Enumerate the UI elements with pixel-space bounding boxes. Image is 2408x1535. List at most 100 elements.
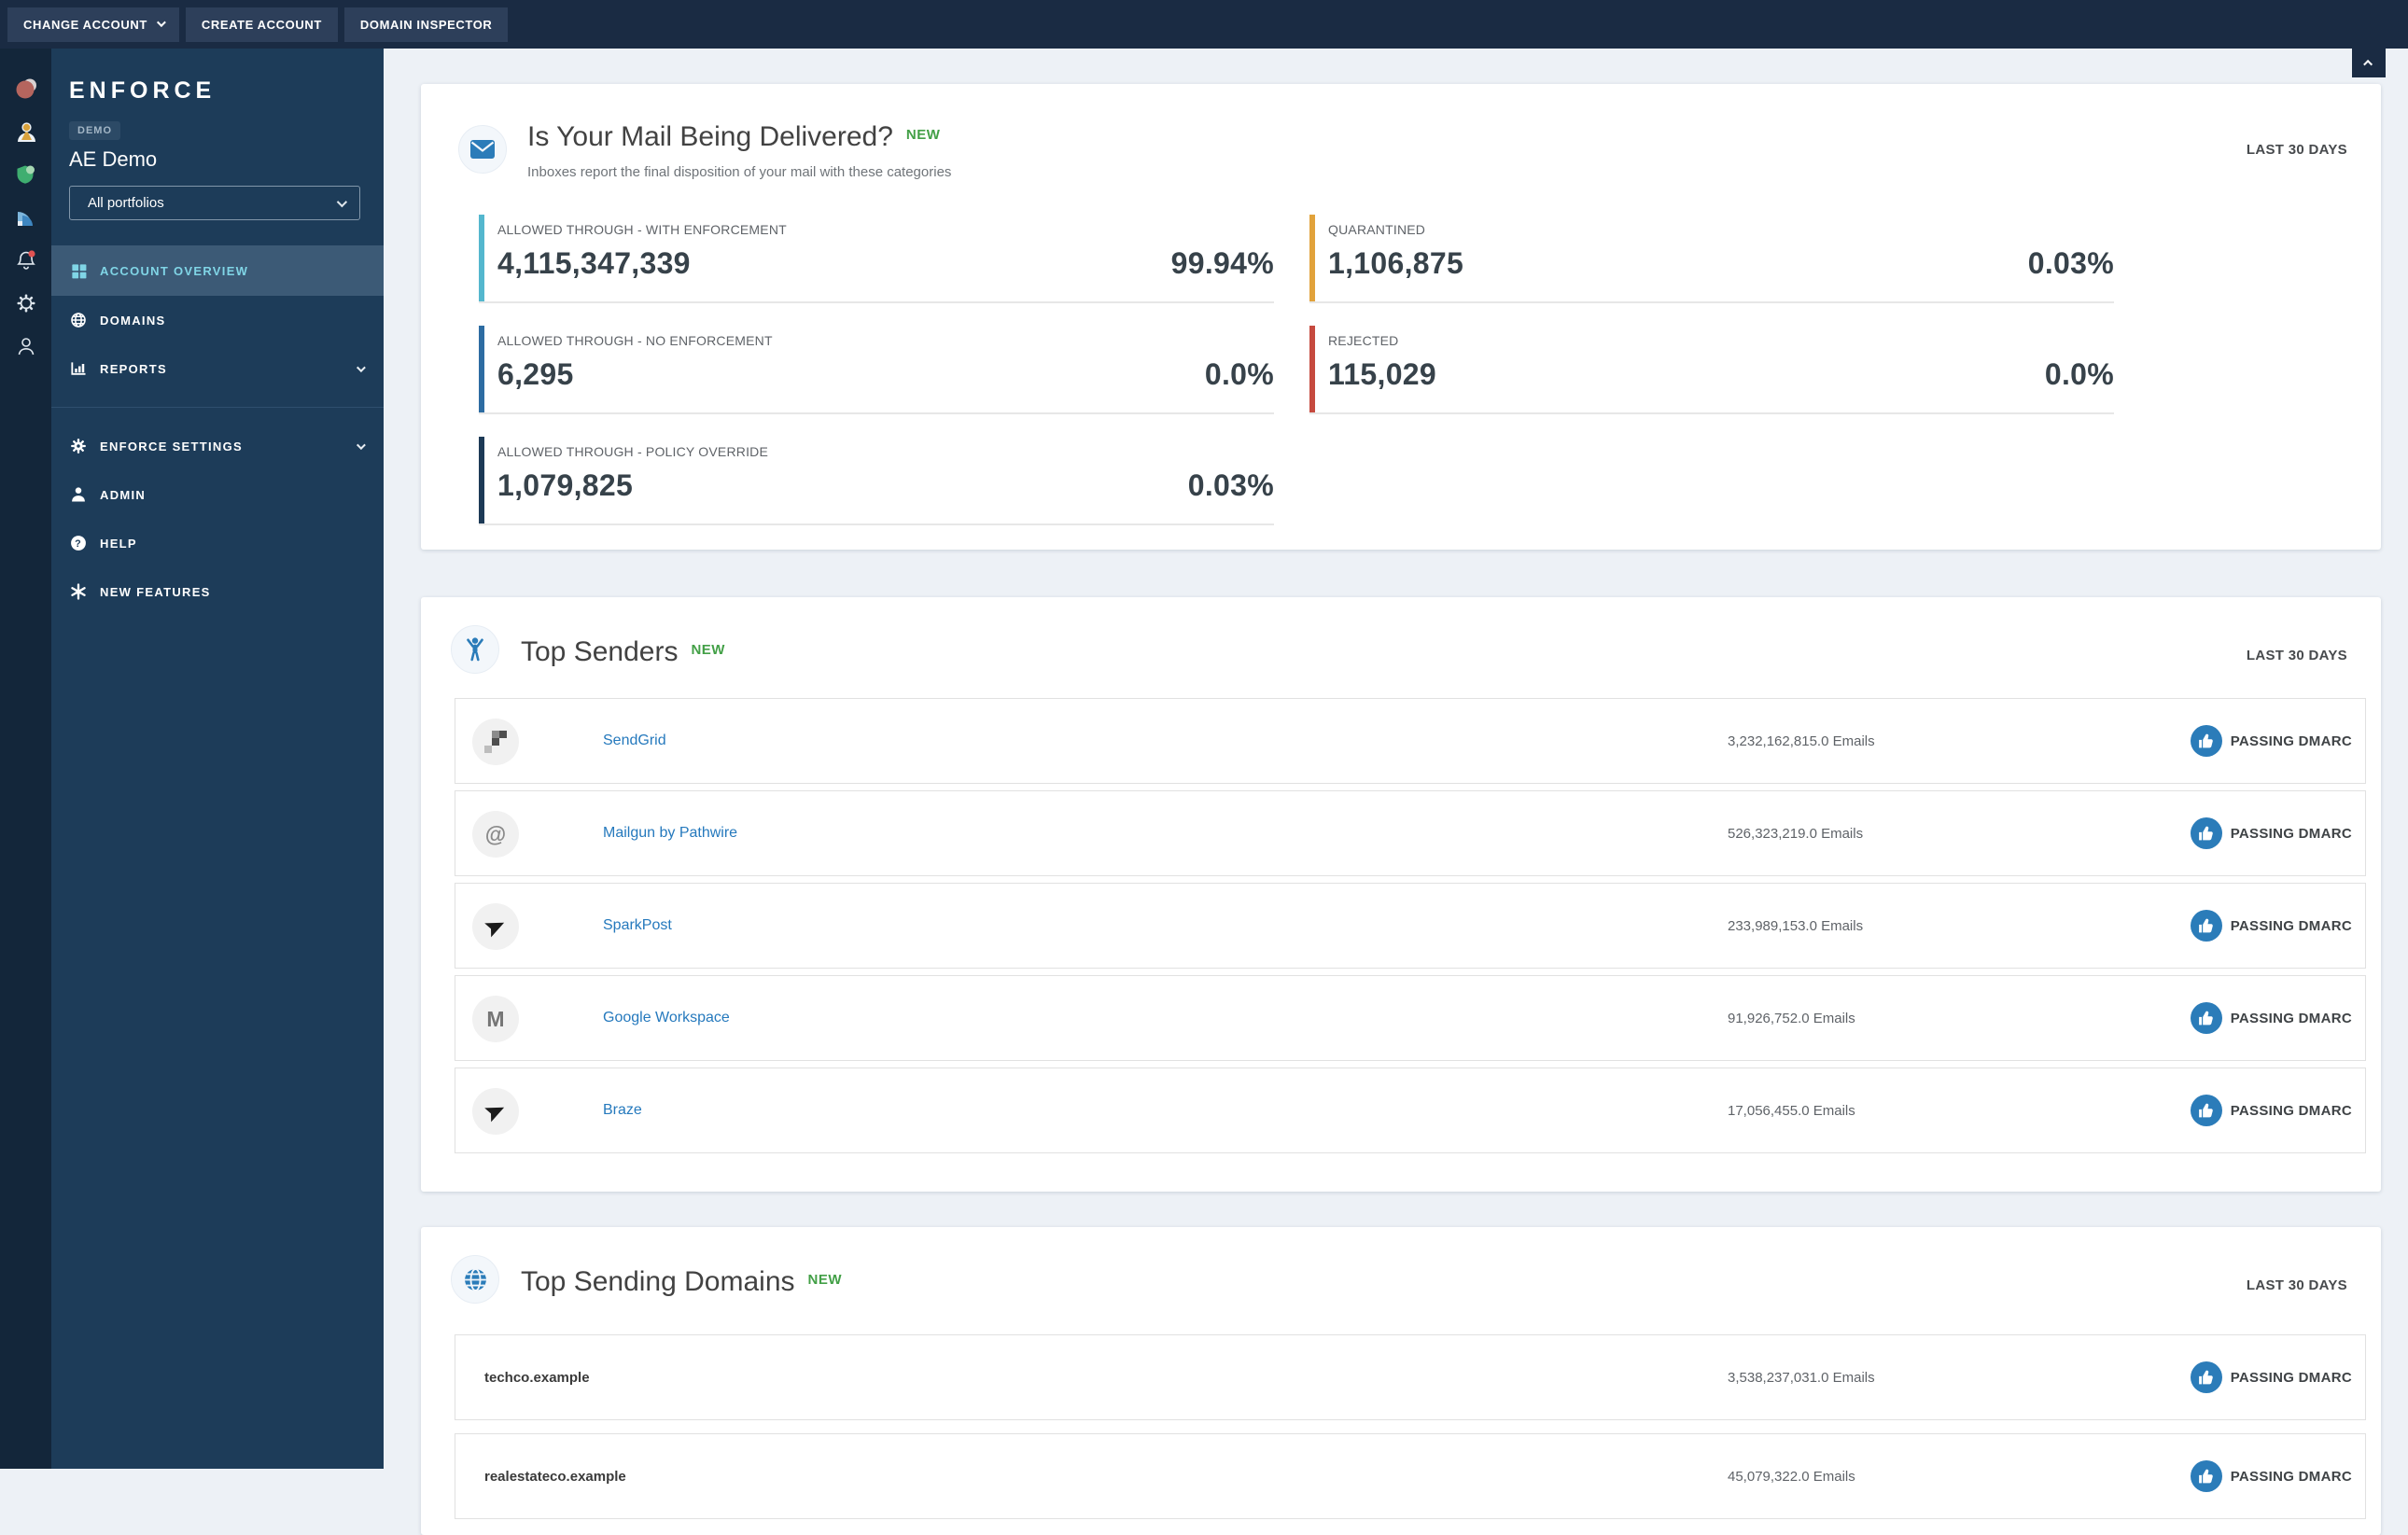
dmarc-status-badge: PASSING DMARC [2190,884,2352,968]
sender-row[interactable]: @ Mailgun by Pathwire 526,323,219.0 Emai… [455,790,2366,876]
demo-badge: DEMO [69,121,120,140]
mailgun-logo: @ [472,811,519,858]
sender-name-link[interactable]: SparkPost [603,884,672,968]
sidebar-item-new-features[interactable]: NEW FEATURES [51,567,384,616]
stat-percent: 0.0% [1204,357,1274,391]
domain-inspector-button[interactable]: DOMAIN INSPECTOR [343,7,509,42]
sender-name-link[interactable]: Mailgun by Pathwire [603,791,737,875]
thumbs-up-icon [2190,817,2222,849]
stat-value: 6,295 [497,357,574,391]
delivery-stats: ALLOWED THROUGH - WITH ENFORCEMENT 4,115… [479,215,2407,548]
sender-name-link[interactable]: SendGrid [603,699,666,783]
stat-label: ALLOWED THROUGH - NO ENFORCEMENT [497,333,773,348]
sender-name-link[interactable]: Google Workspace [603,976,730,1060]
dmarc-status-text: PASSING DMARC [2230,1102,2352,1119]
dmarc-status-badge: PASSING DMARC [2190,1068,2352,1152]
sidebar-item-reports[interactable]: REPORTS [51,344,384,393]
stats-left-column: ALLOWED THROUGH - WITH ENFORCEMENT 4,115… [479,215,1274,548]
dmarc-status-text: PASSING DMARC [2230,825,2352,842]
stat-allowed-with-enforcement: ALLOWED THROUGH - WITH ENFORCEMENT 4,115… [479,215,1274,303]
reports-app-icon[interactable] [14,205,38,230]
stat-quarantined: QUARANTINED 1,106,875 0.03% [1309,215,2114,303]
sidebar-item-admin[interactable]: ADMIN [51,470,384,519]
chevron-up-icon [2362,59,2373,69]
domain-name: techco.example [484,1369,590,1386]
thumbs-up-icon [2190,725,2222,757]
sender-email-count: 3,232,162,815.0 Emails [1728,733,1875,749]
stat-value: 1,106,875 [1328,246,1464,280]
top-sending-domains-title: Top Sending Domains [521,1266,795,1297]
stat-label: ALLOWED THROUGH - POLICY OVERRIDE [497,444,769,459]
sidebar-item-account-overview[interactable]: ACCOUNT OVERVIEW [51,245,384,296]
grid-icon [68,260,89,281]
stat-label: ALLOWED THROUGH - WITH ENFORCEMENT [497,222,787,237]
change-account-label: CHANGE ACCOUNT [23,17,147,32]
bar-chart-icon [68,358,89,379]
stat-allowed-no-enforcement: ALLOWED THROUGH - NO ENFORCEMENT 6,295 0… [479,326,1274,414]
thumbs-up-icon [2190,1002,2222,1034]
dmarc-status-text: PASSING DMARC [2230,1369,2352,1386]
sender-row[interactable]: SendGrid 3,232,162,815.0 Emails PASSING … [455,698,2366,784]
period-label: LAST 30 DAYS [2246,142,2347,158]
sidebar-item-label: ACCOUNT OVERVIEW [100,263,249,278]
dmarc-status-badge: PASSING DMARC [2190,1434,2352,1518]
admin-person-icon [68,484,89,505]
asterisk-icon [68,581,89,602]
settings-gear-icon[interactable] [14,291,38,315]
delivery-card-subtitle: Inboxes report the final disposition of … [527,164,952,180]
dmarc-status-text: PASSING DMARC [2230,1468,2352,1485]
portfolio-select-value: All portfolios [88,195,164,211]
braze-logo [472,1088,519,1135]
dmarc-status-badge: PASSING DMARC [2190,1335,2352,1419]
notifications-bell-icon[interactable] [14,248,38,272]
create-account-label: CREATE ACCOUNT [201,17,322,32]
delivery-card-title: Is Your Mail Being Delivered? [527,121,893,152]
thumbs-up-icon [2190,1095,2222,1126]
chevron-down-icon [336,196,348,207]
change-account-button[interactable]: CHANGE ACCOUNT [7,7,179,42]
sidebar-item-enforce-settings[interactable]: ENFORCE SETTINGS [51,422,384,470]
thumbs-up-icon [2190,1460,2222,1492]
delivery-card: Is Your Mail Being Delivered? NEW Inboxes… [421,84,2381,550]
sender-row[interactable]: SparkPost 233,989,153.0 Emails PASSING D… [455,883,2366,969]
stat-percent: 0.03% [2027,246,2114,280]
identity-app-icon[interactable] [14,119,38,144]
new-badge: NEW [807,1272,843,1288]
sender-name-link[interactable]: Braze [603,1068,642,1152]
monitor-app-icon[interactable] [14,77,38,101]
dmarc-status-text: PASSING DMARC [2230,1010,2352,1026]
svg-text:?: ? [75,538,82,550]
app-rail [0,49,51,1469]
user-profile-icon[interactable] [14,334,38,358]
create-account-button[interactable]: CREATE ACCOUNT [185,7,338,42]
stat-label: QUARANTINED [1328,222,1426,237]
chevron-down-icon [156,17,166,27]
sidebar-item-domains[interactable]: DOMAINS [51,296,384,344]
enforce-app-icon[interactable] [14,162,38,187]
dmarc-status-badge: PASSING DMARC [2190,976,2352,1060]
stats-right-column: QUARANTINED 1,106,875 0.03% REJECTED 115… [1309,215,2114,548]
google-workspace-logo: M [472,996,519,1042]
sidebar-item-label: ENFORCE SETTINGS [100,439,243,454]
dmarc-status-badge: PASSING DMARC [2190,791,2352,875]
sender-row[interactable]: Braze 17,056,455.0 Emails PASSING DMARC [455,1068,2366,1153]
portfolio-select[interactable]: All portfolios [69,186,360,220]
sidebar-item-label: REPORTS [100,361,167,376]
stat-percent: 0.0% [2044,357,2114,391]
domain-email-count: 45,079,322.0 Emails [1728,1468,1855,1485]
sender-email-count: 233,989,153.0 Emails [1728,917,1864,934]
sendgrid-logo [472,719,519,765]
chevron-down-icon [356,440,366,450]
sender-email-count: 17,056,455.0 Emails [1728,1102,1855,1119]
sender-email-count: 91,926,752.0 Emails [1728,1010,1855,1026]
enforce-logo: ENFORCE [69,77,217,104]
stat-percent: 99.94% [1170,246,1274,280]
domain-row: realestateco.example 45,079,322.0 Emails… [455,1433,2366,1519]
help-icon: ? [68,533,89,553]
sender-row[interactable]: M Google Workspace 91,926,752.0 Emails P… [455,975,2366,1061]
sidebar-item-help[interactable]: ? HELP [51,519,384,567]
person-arms-up-icon [451,625,499,674]
sidebar-item-label: DOMAINS [100,313,166,328]
scroll-to-top-button[interactable] [2352,49,2386,77]
new-badge: NEW [905,127,941,143]
